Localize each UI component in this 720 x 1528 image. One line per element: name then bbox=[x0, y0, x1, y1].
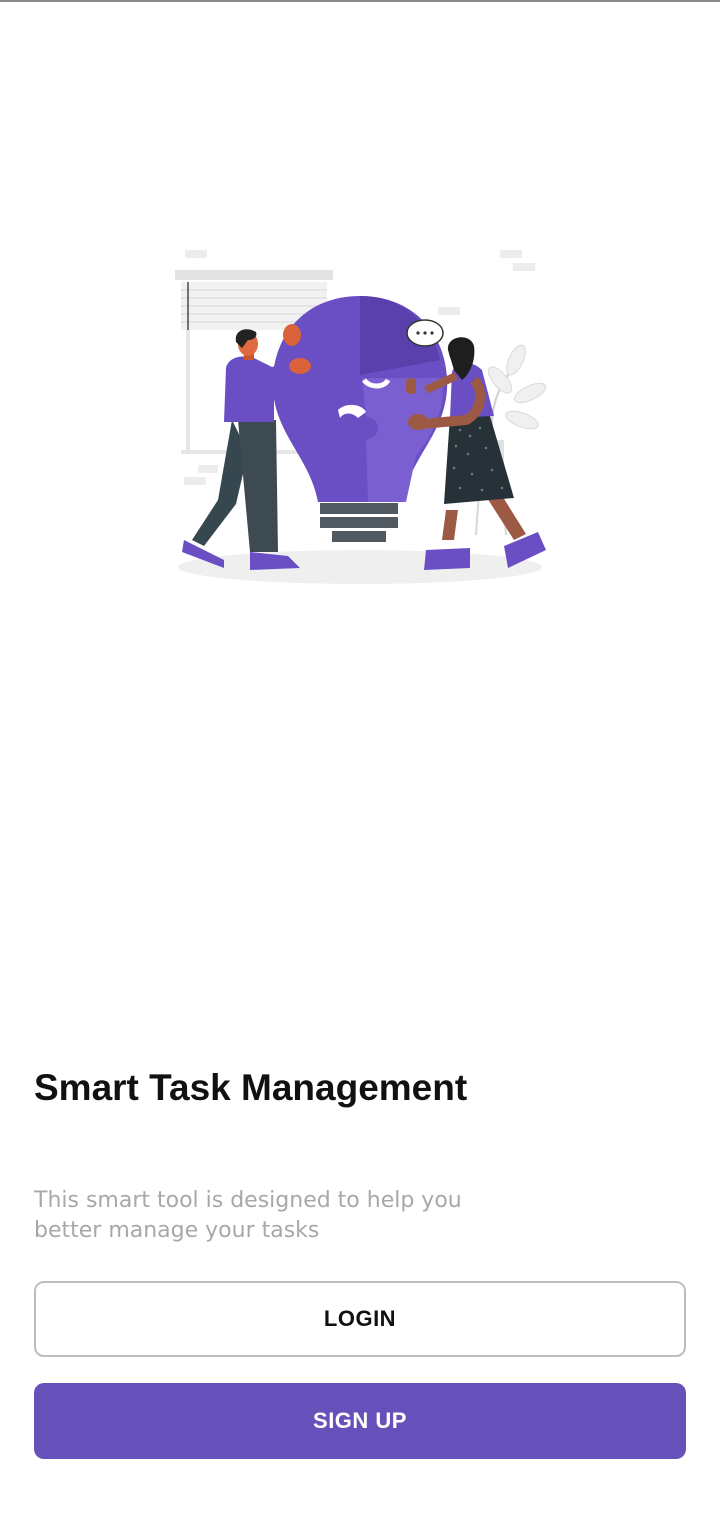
man-figure bbox=[182, 324, 311, 570]
teamwork-illustration bbox=[175, 250, 547, 584]
bg-brick bbox=[438, 307, 460, 315]
bg-brick bbox=[184, 477, 206, 485]
bg-brick bbox=[185, 250, 207, 258]
speech-bubble bbox=[406, 319, 444, 347]
top-edge-line bbox=[0, 0, 720, 2]
signup-button[interactable]: SIGN UP bbox=[34, 1383, 686, 1459]
ground-shadow bbox=[178, 550, 542, 584]
page-title: Smart Task Management bbox=[34, 1067, 468, 1108]
login-button[interactable]: LOGIN bbox=[34, 1281, 686, 1357]
page-subtitle: This smart tool is designed to help you … bbox=[34, 1188, 462, 1243]
bg-brick bbox=[198, 465, 218, 473]
bg-brick bbox=[513, 263, 535, 271]
bg-brick bbox=[500, 250, 522, 258]
